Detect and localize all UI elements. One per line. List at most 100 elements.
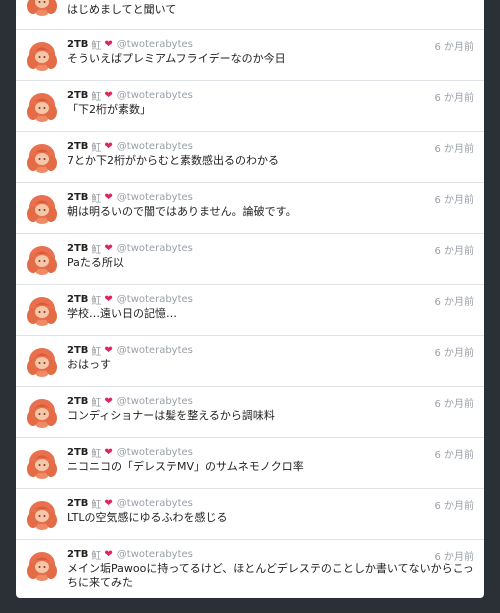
heart-icon: ❤ xyxy=(104,396,113,407)
heart-icon: ❤ xyxy=(104,141,113,152)
timestamp[interactable]: 6 か月前 xyxy=(434,89,474,104)
heart-icon: ❤ xyxy=(104,549,113,560)
post-header: 2TB 魟 ❤ @twoterabytes xyxy=(67,344,193,358)
timeline-post[interactable]: 2TB 魟 ❤ @twoterabytes 6 か月前おはっす xyxy=(16,336,484,387)
display-name[interactable]: 2TB xyxy=(67,498,88,509)
display-name[interactable]: 2TB xyxy=(67,549,88,560)
avatar[interactable] xyxy=(24,343,60,379)
username[interactable]: @twoterabytes xyxy=(117,549,193,560)
avatar[interactable] xyxy=(24,292,60,328)
post-header: 2TB 魟 ❤ @twoterabytes xyxy=(67,191,193,205)
heart-icon: ❤ xyxy=(104,90,113,101)
timestamp[interactable]: 6 か月前 xyxy=(434,446,474,461)
badge-icon: 魟 xyxy=(91,194,102,205)
heart-icon: ❤ xyxy=(104,498,113,509)
post-text: 朝は明るいので闇ではありません。論破です。 xyxy=(67,205,297,218)
display-name[interactable]: 2TB xyxy=(67,141,88,152)
timeline-post[interactable]: 2TB 魟 ❤ @twoterabytes 6 か月前 Paたる所以 xyxy=(16,234,484,285)
username[interactable]: @twoterabytes xyxy=(117,90,193,101)
display-name[interactable]: 2TB xyxy=(67,243,88,254)
avatar[interactable] xyxy=(24,190,60,226)
username[interactable]: @twoterabytes xyxy=(117,345,193,356)
badge-icon: 魟 xyxy=(91,500,102,511)
timeline-post-partial[interactable]: はじめましてと聞いて xyxy=(16,0,484,30)
username[interactable]: @twoterabytes xyxy=(117,141,193,152)
badge-icon: 魟 xyxy=(91,143,102,154)
post-header: 2TB 魟 ❤ @twoterabytes xyxy=(67,395,193,409)
heart-icon: ❤ xyxy=(104,243,113,254)
badge-icon: 魟 xyxy=(91,41,102,52)
post-header: 2TB 魟 ❤ @twoterabytes xyxy=(67,89,193,103)
avatar[interactable] xyxy=(24,88,60,124)
timeline-post[interactable]: 2TB 魟 ❤ @twoterabytes 6 か月前 メイン垢Pawooに持ってるけど、… xyxy=(16,540,484,598)
timestamp[interactable]: 6 か月前 xyxy=(434,242,474,257)
timeline-post[interactable]: 2TB 魟 ❤ @twoterabytes 6 か月前 学校…遠い日の記憶… xyxy=(16,285,484,336)
username[interactable]: @twoterabytes xyxy=(117,498,193,509)
post-header: 2TB 魟 ❤ @twoterabytes xyxy=(67,497,193,511)
avatar[interactable] xyxy=(24,496,60,532)
timeline-post[interactable]: 2TB 魟 ❤ @twoterabytes 6 か月前 7とか下2桁がからむと素数感出るの… xyxy=(16,132,484,183)
username[interactable]: @twoterabytes xyxy=(117,39,193,50)
heart-icon: ❤ xyxy=(104,294,113,305)
avatar[interactable] xyxy=(24,394,60,430)
username[interactable]: @twoterabytes xyxy=(117,396,193,407)
badge-icon: 魟 xyxy=(91,449,102,460)
display-name[interactable]: 2TB xyxy=(67,447,88,458)
timeline-post[interactable]: 2TB 魟 ❤ @twoterabytes 6 か月前朝は明るいので闇ではありません。論… xyxy=(16,183,484,234)
avatar[interactable] xyxy=(24,445,60,481)
post-text: 「下2桁が素数」 xyxy=(67,103,151,116)
avatar[interactable] xyxy=(24,37,60,73)
avatar[interactable] xyxy=(24,547,60,583)
display-name[interactable]: 2TB xyxy=(67,39,88,50)
post-header: 2TB 魟 ❤ @twoterabytes xyxy=(67,548,193,562)
timestamp[interactable]: 6 か月前 xyxy=(434,293,474,308)
post-header: 2TB 魟 ❤ @twoterabytes xyxy=(67,38,193,52)
post-text: 学校…遠い日の記憶… xyxy=(67,307,177,320)
timeline-card: はじめましてと聞いて 2TB 魟 ❤ @twoterabytes 6 か月前 そういえばプ… xyxy=(16,0,484,598)
heart-icon: ❤ xyxy=(104,39,113,50)
timestamp[interactable]: 6 か月前 xyxy=(434,497,474,512)
badge-icon: 魟 xyxy=(91,398,102,409)
timestamp[interactable]: 6 か月前 xyxy=(434,344,474,359)
avatar[interactable] xyxy=(24,0,60,18)
timeline-post[interactable]: 2TB 魟 ❤ @twoterabytes 6 か月前コンディショナーは髪を整えるから調… xyxy=(16,387,484,438)
avatar[interactable] xyxy=(24,241,60,277)
timestamp[interactable]: 6 か月前 xyxy=(434,38,474,53)
heart-icon: ❤ xyxy=(104,192,113,203)
timestamp[interactable]: 6 か月前 xyxy=(434,140,474,155)
display-name[interactable]: 2TB xyxy=(67,294,88,305)
post-header: 2TB 魟 ❤ @twoterabytes xyxy=(67,446,193,460)
post-text: LTLの空気感にゆるふわを感じる xyxy=(67,511,228,524)
badge-icon: 魟 xyxy=(91,347,102,358)
username[interactable]: @twoterabytes xyxy=(117,243,193,254)
avatar[interactable] xyxy=(24,139,60,175)
heart-icon: ❤ xyxy=(104,345,113,356)
username[interactable]: @twoterabytes xyxy=(117,192,193,203)
post-text: Paたる所以 xyxy=(67,256,124,269)
post-text: 7とか下2桁がからむと素数感出るのわかる xyxy=(67,154,279,167)
heart-icon: ❤ xyxy=(104,447,113,458)
timeline-post[interactable]: 2TB 魟 ❤ @twoterabytes 6 か月前そういえばプレミアムフライデーなの… xyxy=(16,30,484,81)
badge-icon: 魟 xyxy=(91,551,102,562)
timestamp[interactable]: 6 か月前 xyxy=(434,191,474,206)
username[interactable]: @twoterabytes xyxy=(117,447,193,458)
timeline-post[interactable]: 2TB 魟 ❤ @twoterabytes 6 か月前 LTLの空気感にゆるふわを感じる xyxy=(16,489,484,540)
timestamp[interactable]: 6 か月前 xyxy=(434,395,474,410)
display-name[interactable]: 2TB xyxy=(67,345,88,356)
post-text: おはっす xyxy=(67,358,111,371)
post-list: 2TB 魟 ❤ @twoterabytes 6 か月前 そういえばプレミアムフライデーなの… xyxy=(16,30,484,598)
post-header: 2TB 魟 ❤ @twoterabytes xyxy=(67,293,193,307)
post-header: 2TB 魟 ❤ @twoterabytes xyxy=(67,140,193,154)
display-name[interactable]: 2TB xyxy=(67,192,88,203)
display-name[interactable]: 2TB xyxy=(67,90,88,101)
post-text: そういえばプレミアムフライデーなのか今日 xyxy=(67,52,286,65)
timeline-post[interactable]: 2TB 魟 ❤ @twoterabytes 6 か月前 ニコニコの「デレステMV」のサムネ… xyxy=(16,438,484,489)
post-text: メイン垢Pawooに持ってるけど、ほとんどデレステのことしか書いてないからこっち… xyxy=(67,562,474,589)
post-text: コンディショナーは髪を整えるから調味料 xyxy=(67,409,275,422)
post-header: 2TB 魟 ❤ @twoterabytes xyxy=(67,242,193,256)
post-text: はじめましてと聞いて xyxy=(67,3,177,16)
display-name[interactable]: 2TB xyxy=(67,396,88,407)
timeline-post[interactable]: 2TB 魟 ❤ @twoterabytes 6 か月前 「下2桁が素数」 xyxy=(16,81,484,132)
username[interactable]: @twoterabytes xyxy=(117,294,193,305)
timestamp[interactable]: 6 か月前 xyxy=(434,548,474,563)
